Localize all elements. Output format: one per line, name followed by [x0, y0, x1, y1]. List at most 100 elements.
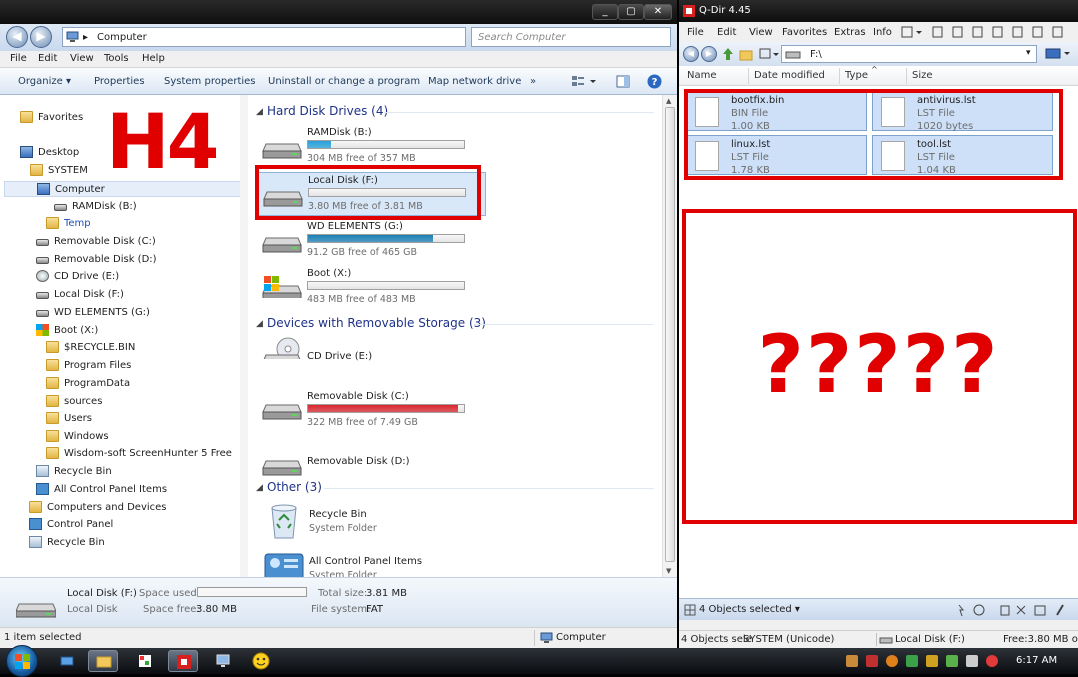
qmenu-edit[interactable]: Edit: [717, 27, 736, 38]
drive-icon: [16, 603, 56, 618]
view-mode-icon[interactable]: [759, 47, 779, 61]
menu-view[interactable]: View: [70, 53, 94, 64]
drive-tile[interactable]: WD ELEMENTS (G:) 91.2 GB free of 465 GB: [256, 219, 486, 263]
organize-button[interactable]: Organize ▾: [18, 76, 71, 87]
nav-item-label: Users: [64, 413, 93, 424]
layout-buttons-icon[interactable]: [901, 26, 1077, 38]
group-removable-storage[interactable]: Devices with Removable Storage (3): [267, 316, 486, 330]
qdir-address-bar[interactable]: F:\ ▾: [781, 45, 1037, 63]
taskbar-app-button[interactable]: [130, 650, 160, 672]
tray-wrench-icon[interactable]: [946, 655, 958, 667]
nav-scrollbar[interactable]: [240, 95, 248, 577]
tray-arrow-icon[interactable]: [866, 655, 878, 667]
qdir-forward-button[interactable]: ▶: [701, 46, 717, 62]
control-panel-tile[interactable]: All Control Panel Items System Folder: [248, 547, 648, 581]
map-network-drive-button[interactable]: Map network drive: [428, 76, 521, 87]
menu-tools[interactable]: Tools: [104, 53, 129, 64]
taskbar-screen-button[interactable]: [208, 650, 238, 672]
clock[interactable]: 6:17 AM: [1016, 655, 1057, 666]
folder-icon[interactable]: [739, 47, 753, 61]
drive-free-space: 304 MB free of 357 MB: [307, 153, 416, 164]
taskbar-ie-button[interactable]: [52, 650, 82, 672]
qmenu-file[interactable]: File: [687, 27, 704, 38]
column-type[interactable]: Type: [845, 70, 868, 81]
qdir-window: Q-Dir 4.45 File Edit View Favorites Extr…: [679, 0, 1078, 648]
group-collapse-icon[interactable]: ◢: [256, 107, 263, 117]
tray-alert-icon[interactable]: [986, 655, 998, 667]
folder-icon: [29, 501, 42, 513]
system-properties-button[interactable]: System properties: [164, 76, 256, 87]
recycle-bin-tile[interactable]: Recycle Bin System Folder: [248, 500, 648, 544]
tray-hand-icon[interactable]: [846, 655, 858, 667]
user-folder-icon: [30, 164, 43, 176]
menu-file[interactable]: File: [10, 53, 27, 64]
tray-network-icon[interactable]: [906, 655, 918, 667]
desktop-icon: [20, 146, 33, 158]
tray-tool-icon[interactable]: [926, 655, 938, 667]
more-commands-button[interactable]: »: [530, 76, 536, 87]
scrollbar-thumb[interactable]: [665, 107, 675, 562]
tray-device-icon[interactable]: [966, 655, 978, 667]
details-pane: Local Disk (F:) Local Disk Space used: S…: [0, 577, 677, 627]
view-icon[interactable]: [1045, 47, 1073, 61]
group-other[interactable]: Other (3): [267, 480, 322, 494]
qmenu-view[interactable]: View: [749, 27, 773, 38]
sort-indicator: ^: [871, 65, 878, 74]
drive-icon: [262, 143, 302, 159]
drive-tile[interactable]: RAMDisk (B:) 304 MB free of 357 MB: [256, 125, 486, 169]
minimize-button[interactable]: _: [592, 4, 618, 20]
group-collapse-icon[interactable]: ◢: [256, 319, 263, 329]
recycle-bin-icon: [36, 465, 49, 477]
taskbar-qdir-button[interactable]: [168, 650, 198, 672]
address-bar[interactable]: ▸ Computer: [62, 27, 466, 47]
status-location: Computer: [556, 632, 606, 643]
taskbar-smiley-button[interactable]: [246, 650, 276, 672]
qdir-selection-bar: 4 Objects selected ▾: [679, 598, 1078, 620]
nav-item-label: Desktop: [38, 147, 80, 158]
qmenu-extras[interactable]: Extras: [834, 27, 866, 38]
removable-tile[interactable]: Removable Disk (D:): [256, 440, 486, 484]
quick-tools-icon[interactable]: [955, 603, 1075, 617]
explorer-address-row: ◀ ▶ ▸ Computer Search Computer: [0, 24, 677, 51]
drive-usage-bar: [307, 404, 465, 413]
up-folder-icon[interactable]: [721, 47, 735, 61]
column-name[interactable]: Name: [687, 70, 717, 81]
view-options-icon[interactable]: [571, 75, 597, 88]
content-scrollbar[interactable]: ▲ ▼: [662, 95, 677, 577]
removable-tile[interactable]: Removable Disk (C:) 322 MB free of 7.49 G…: [256, 384, 486, 428]
space-free-value: 3.80 MB: [196, 604, 237, 615]
properties-button[interactable]: Properties: [94, 76, 145, 87]
qmenu-favorites[interactable]: Favorites: [782, 27, 827, 38]
highlight-box: [684, 89, 1063, 180]
group-collapse-icon[interactable]: ◢: [256, 483, 263, 493]
removable-tile[interactable]: CD Drive (E:): [256, 335, 486, 379]
start-button[interactable]: [6, 645, 38, 677]
drive-free-space: 483 MB free of 483 MB: [307, 294, 416, 305]
preview-pane-icon[interactable]: [616, 75, 630, 88]
qmenu-info[interactable]: Info: [873, 27, 892, 38]
nav-item-label: Removable Disk (C:): [54, 236, 156, 247]
back-button[interactable]: ◀: [6, 26, 28, 48]
column-date-modified[interactable]: Date modified: [754, 70, 825, 81]
qdir-back-button[interactable]: ◀: [683, 46, 699, 62]
drive-tile[interactable]: Boot (X:) 483 MB free of 483 MB: [256, 266, 486, 310]
group-hard-disk-drives[interactable]: Hard Disk Drives (4): [267, 104, 388, 118]
tray-search-icon[interactable]: [886, 655, 898, 667]
maximize-button[interactable]: ▢: [618, 4, 644, 20]
nav-item-label: Favorites: [38, 112, 84, 123]
qdir-menu-bar: File Edit View Favorites Extras Info: [679, 22, 1078, 42]
close-button[interactable]: ✕: [644, 4, 672, 20]
uninstall-program-button[interactable]: Uninstall or change a program: [268, 76, 420, 87]
menu-help[interactable]: Help: [142, 53, 165, 64]
nav-item-label: $RECYCLE.BIN: [64, 342, 136, 353]
tile-name: All Control Panel Items: [309, 556, 423, 567]
menu-edit[interactable]: Edit: [38, 53, 57, 64]
forward-button[interactable]: ▶: [30, 26, 52, 48]
selection-count[interactable]: 4 Objects selected ▾: [699, 604, 800, 615]
taskbar-explorer-button[interactable]: [88, 650, 118, 672]
column-size[interactable]: Size: [912, 70, 933, 81]
search-input[interactable]: Search Computer: [471, 27, 671, 47]
nav-item-label: Computer: [55, 184, 105, 195]
taskbar: 6:17 AM: [0, 645, 1078, 677]
help-icon[interactable]: ?: [647, 74, 662, 89]
